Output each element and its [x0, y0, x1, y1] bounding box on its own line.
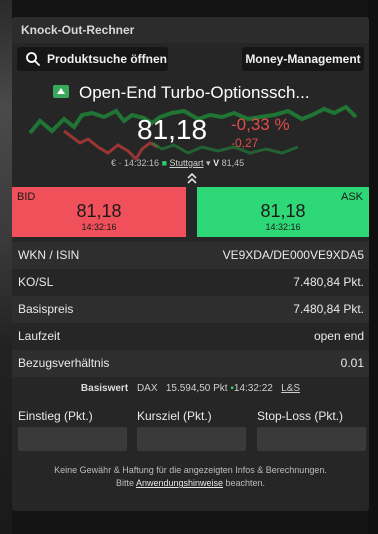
product-header: Open-End Turbo-Optionssch... 81,18 -0,33… — [12, 73, 369, 184]
usage-notes-link[interactable]: Anwendungshinweise — [136, 478, 223, 488]
bid-box[interactable]: BID 81,18 14:32:16 — [12, 187, 186, 237]
disclaimer: Keine Gewähr & Haftung für die angezeigt… — [12, 461, 369, 490]
product-search-button[interactable]: Produktsuche öffnen — [17, 47, 168, 71]
currency-time: € · 14:32:16 — [111, 158, 160, 168]
detail-label: Bezugsverhältnis — [18, 356, 110, 370]
collapse-chevrons-icon[interactable] — [185, 172, 199, 184]
detail-value: open end — [313, 329, 364, 343]
underlying-source-link[interactable]: L&S — [281, 383, 300, 394]
bid-ask-quotes: BID 81,18 14:32:16 ASK 81,18 14:32:16 — [12, 184, 369, 242]
target-label: Kursziel (Pkt.) — [137, 409, 212, 423]
change-percent: -0,33 % — [231, 115, 290, 134]
product-name: Open-End Turbo-Optionssch... — [79, 83, 310, 102]
detail-row-ratio: Bezugsverhältnis 0.01 — [12, 350, 369, 377]
detail-label: KO/SL — [18, 275, 54, 289]
calculator-inputs: Einstieg (Pkt.) Kursziel (Pkt.) Stop-Los… — [12, 401, 369, 461]
disclaimer-line-1: Keine Gewähr & Haftung für die angezeigt… — [54, 465, 327, 475]
background-right — [368, 0, 378, 534]
detail-label: Laufzeit — [18, 329, 61, 343]
change-absolute: -0,27 — [231, 136, 259, 150]
detail-row-term: Laufzeit open end — [12, 323, 369, 350]
detail-label: Basispreis — [18, 302, 74, 316]
bid-time: 14:32:16 — [81, 222, 117, 232]
disclaimer-text: Bitte — [115, 478, 136, 488]
trend-up-icon — [53, 85, 69, 98]
underlying-name: DAX — [136, 383, 158, 394]
volume-value: 81,45 — [221, 158, 245, 168]
disclaimer-line-2: Bitte Anwendungshinweise beachten. — [12, 477, 369, 490]
knockout-calculator-panel: Knock-Out-Rechner Produktsuche öffnen Mo… — [12, 17, 369, 511]
underlying-value: 15.594,50 Pkt — [165, 383, 228, 394]
volume-label: V — [213, 158, 220, 168]
underlying-time: 14:32:22 — [233, 383, 273, 394]
ask-price: 81,18 — [260, 201, 306, 221]
detail-row-basis: Basispreis 7.480,84 Pkt. — [12, 296, 369, 323]
detail-row-wkn: WKN / ISIN VE9XDA/DE000VE9XDA5 — [12, 242, 369, 269]
stoploss-input[interactable] — [257, 427, 366, 451]
detail-value: 7.480,84 Pkt. — [293, 275, 364, 289]
stoploss-label: Stop-Loss (Pkt.) — [257, 409, 344, 423]
entry-input[interactable] — [18, 427, 127, 451]
ask-time: 14:32:16 — [265, 222, 301, 232]
underlying-info: Basiswert DAX 15.594,50 Pkt ▪14:32:22 L&… — [12, 377, 369, 401]
disclaimer-text: beachten. — [223, 478, 266, 488]
exchange-link[interactable]: Stuttgart — [170, 158, 204, 168]
detail-value: VE9XDA/DE000VE9XDA5 — [222, 248, 364, 262]
entry-label: Einstieg (Pkt.) — [18, 409, 93, 423]
detail-value: 7.480,84 Pkt. — [293, 302, 364, 316]
detail-row-ko: KO/SL 7.480,84 Pkt. — [12, 269, 369, 296]
last-price: 81,18 — [137, 114, 208, 145]
search-icon — [25, 51, 41, 67]
panel-title: Knock-Out-Rechner — [12, 17, 369, 43]
live-dot-icon: ■ — [161, 158, 170, 168]
detail-value: 0.01 — [340, 356, 364, 370]
product-details: WKN / ISIN VE9XDA/DE000VE9XDA5 KO/SL 7.4… — [12, 242, 369, 377]
ask-box[interactable]: ASK 81,18 14:32:16 — [197, 187, 369, 237]
bid-price: 81,18 — [76, 201, 122, 221]
toolbar: Produktsuche öffnen Money-Management — [12, 43, 369, 73]
detail-label: WKN / ISIN — [18, 248, 80, 262]
background-left — [0, 0, 12, 534]
target-input[interactable] — [137, 427, 246, 451]
quote-meta: € · 14:32:16 ■ Stuttgart ▾ V 81,45 — [111, 158, 244, 169]
money-management-button[interactable]: Money-Management — [242, 47, 364, 71]
product-search-label: Produktsuche öffnen — [47, 52, 168, 66]
underlying-label: Basiswert — [80, 383, 129, 394]
